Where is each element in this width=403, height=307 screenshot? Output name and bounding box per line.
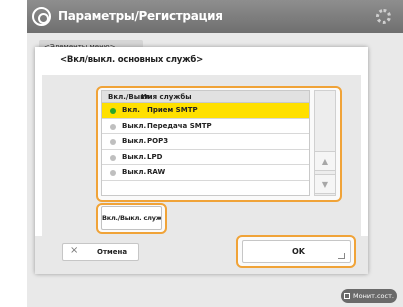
list-header: Вкл./Выкл. Имя службы	[102, 91, 309, 103]
service-status: Выкл.	[122, 168, 147, 176]
service-name: POP3	[147, 137, 169, 145]
window-title: Параметры/Регистрация	[58, 9, 223, 23]
cancel-label: Отмена	[97, 248, 128, 256]
cancel-button[interactable]: × Отмена	[62, 243, 139, 261]
toggle-service-button[interactable]: Вкл./Выкл. службы	[101, 206, 162, 230]
chevron-up-icon: ▲	[321, 157, 329, 166]
service-name: Прием SMTP	[147, 106, 198, 114]
status-monitor-button[interactable]: Монит.сост.	[341, 289, 397, 303]
chevron-down-icon: ▼	[321, 180, 329, 189]
service-list: Вкл./Выкл. Имя службы Вкл. Прием SMTP Вы…	[101, 90, 310, 196]
scroll-up-button[interactable]: ▲	[314, 151, 336, 171]
service-status: Выкл.	[122, 152, 147, 161]
service-name: Передача SMTP	[147, 121, 212, 130]
settings-registration-icon	[32, 7, 51, 26]
status-dot-icon	[110, 139, 116, 145]
status-monitor-icon	[344, 293, 351, 299]
left-margin	[0, 0, 27, 307]
status-monitor-label: Монит.сост.	[353, 292, 394, 300]
list-item[interactable]: Выкл. RAW	[102, 165, 309, 181]
ok-label: OK	[292, 247, 305, 256]
dialog-header: <Вкл/выкл. основных служб>	[35, 47, 368, 75]
ok-button[interactable]: OK	[242, 240, 351, 263]
gear-icon[interactable]	[376, 9, 391, 24]
column-header-service: Имя службы	[141, 93, 192, 101]
status-dot-icon	[110, 123, 116, 130]
status-dot-icon	[110, 108, 116, 114]
status-dot-icon	[110, 170, 116, 176]
list-item[interactable]: Вкл. Прием SMTP	[102, 103, 309, 119]
service-name: RAW	[147, 168, 166, 176]
close-icon: ×	[70, 245, 79, 256]
status-dot-icon	[110, 154, 116, 161]
enter-corner-icon	[338, 253, 345, 259]
status-bar: Монит.сост.	[27, 285, 403, 307]
service-status: Выкл.	[122, 121, 147, 130]
title-bar: Параметры/Регистрация	[27, 0, 403, 33]
list-item[interactable]: Выкл. LPD	[102, 150, 309, 165]
service-status: Выкл.	[122, 137, 147, 145]
service-name: LPD	[147, 152, 163, 161]
list-item[interactable]: Выкл. POP3	[102, 134, 309, 150]
screen: Параметры/Регистрация <Элементы меню> <В…	[0, 0, 403, 307]
list-item[interactable]: Выкл. Передача SMTP	[102, 119, 309, 134]
scroll-down-button[interactable]: ▼	[314, 174, 336, 194]
right-panel	[377, 33, 403, 285]
service-status: Вкл.	[122, 106, 140, 114]
dialog-title: <Вкл/выкл. основных служб>	[60, 55, 204, 65]
